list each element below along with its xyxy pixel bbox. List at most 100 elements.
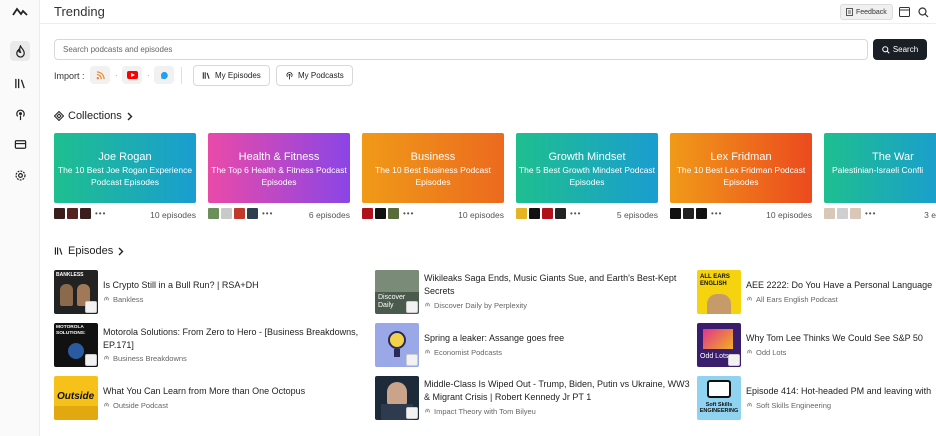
collection-card[interactable]: Lex Fridman The 10 Best Lex Fridman Podc…	[670, 133, 812, 203]
podcast-icon	[425, 349, 430, 354]
collection-subtitle: Palestinian-Israeli Confli	[832, 165, 924, 175]
podcast-icon	[425, 408, 430, 413]
episode-title: What You Can Learn from More than One Oc…	[103, 386, 306, 396]
rss-icon[interactable]	[90, 66, 110, 84]
podcast-icon	[286, 72, 293, 80]
episode-item[interactable]: MOTOROLA SOLUTIONS: Motorola Solutions: …	[54, 323, 358, 367]
episode-title: Episode 414: Hot-headed PM and leaving w…	[746, 386, 932, 396]
more-icon: •••	[570, 209, 582, 218]
podcast-name: Odd Lots	[746, 348, 786, 357]
my-episodes-button[interactable]: My Episodes	[193, 65, 270, 86]
search-button[interactable]: Search	[873, 39, 927, 60]
search-input[interactable]	[54, 39, 868, 60]
episode-item[interactable]: Middle-Class Is Wiped Out - Trump, Biden…	[375, 376, 690, 420]
collection-card[interactable]: The War Palestinian-Israeli Confli	[824, 133, 936, 203]
podcast-name: Economist Podcasts	[424, 348, 502, 357]
podcast-name: Business Breakdowns	[103, 354, 187, 363]
podcast-icon	[747, 402, 752, 407]
episode-item[interactable]: ALL EARS ENGLISH AEE 2222: Do You Have a…	[697, 270, 936, 314]
nav-podcast-icon[interactable]	[10, 104, 30, 124]
podcast-badge	[406, 407, 418, 419]
episode-title: Motorola Solutions: From Zero to Hero - …	[103, 327, 359, 350]
my-episodes-label: My Episodes	[215, 71, 261, 80]
podcast-label: Odd Lots	[756, 348, 787, 357]
episode-item[interactable]: BANKLESS Is Crypto Still in a Bull Run? …	[54, 270, 354, 314]
search-icon[interactable]	[916, 5, 930, 19]
podcast-label: Soft Skills Engineering	[756, 401, 832, 410]
nav-billing-icon[interactable]	[10, 134, 30, 154]
artwork-label: BANKLESS	[56, 272, 84, 278]
collection-title: Health & Fitness	[238, 151, 320, 163]
artwork-label: Odd Lots	[700, 353, 729, 360]
search-button-label: Search	[892, 45, 919, 54]
more-icon: •••	[711, 209, 723, 218]
episode-item[interactable]: Outside What You Can Learn from More tha…	[54, 376, 354, 420]
episode-thumbnails: •••	[516, 208, 581, 219]
collection-title: The War	[872, 151, 914, 163]
feedback-label: Feedback	[856, 8, 887, 16]
my-podcasts-button[interactable]: My Podcasts	[276, 65, 353, 86]
episode-title: Spring a leaker: Assange goes free	[424, 333, 565, 343]
collection-card[interactable]: Growth Mindset The 5 Best Growth Mindset…	[516, 133, 658, 203]
collections-header[interactable]: Collections	[54, 110, 133, 122]
episode-thumbnails: •••	[54, 208, 106, 219]
window-icon[interactable]	[897, 5, 911, 19]
divider	[181, 67, 182, 84]
collection-card[interactable]: Joe Rogan The 10 Best Joe Rogan Experien…	[54, 133, 196, 203]
podcast-label: Impact Theory with Tom Bilyeu	[434, 407, 536, 416]
episode-item[interactable]: Discover Daily Wikileaks Saga Ends, Musi…	[375, 270, 676, 314]
podcast-label: Economist Podcasts	[434, 348, 502, 357]
podcast-badge	[406, 354, 418, 366]
my-podcasts-label: My Podcasts	[298, 71, 344, 80]
artwork-label: Outside	[57, 391, 95, 402]
episodes-header[interactable]: Episodes	[54, 245, 124, 257]
episode-item[interactable]: Spring a leaker: Assange goes free Econo…	[375, 323, 675, 367]
episode-count: 10 episodes	[150, 210, 196, 220]
nav-trending-icon[interactable]	[10, 41, 30, 61]
collection-meta: ••• 10 episodes	[54, 208, 196, 222]
podcast-label: Business Breakdowns	[113, 354, 187, 363]
import-label: Import :	[54, 71, 85, 81]
youtube-icon[interactable]	[122, 66, 142, 84]
podcast-badge	[728, 354, 740, 366]
collection-title: Growth Mindset	[548, 151, 626, 163]
podcast-name: Impact Theory with Tom Bilyeu	[424, 407, 536, 416]
collection-title: Business	[410, 151, 456, 163]
chat-bubble-icon[interactable]	[154, 66, 174, 84]
episode-thumbnails: •••	[670, 208, 722, 219]
more-icon: •••	[865, 209, 877, 218]
collection-meta: ••• 10 episodes	[670, 208, 812, 222]
episode-title: Is Crypto Still in a Bull Run? | RSA+DH	[103, 280, 259, 290]
search-icon	[882, 45, 890, 54]
episode-title: AEE 2222: Do You Have a Personal Languag…	[746, 280, 933, 290]
episode-count: 6 episodes	[308, 210, 350, 220]
separator-dot: ·	[115, 71, 118, 80]
collection-meta: ••• 10 episodes	[362, 208, 504, 222]
episodes-title: Episodes	[68, 245, 114, 257]
collection-subtitle: The Top 6 Health & Fitness Podcast Episo…	[211, 165, 347, 187]
feedback-button[interactable]: Feedback	[840, 4, 893, 20]
episode-thumbnails: •••	[824, 208, 876, 219]
podcast-icon	[104, 355, 109, 360]
podcast-icon	[425, 302, 430, 307]
artwork-label: Soft Skills ENGINEERING	[699, 402, 739, 414]
episode-artwork: Soft Skills ENGINEERING	[697, 376, 741, 420]
podcast-icon	[747, 296, 752, 301]
nav-settings-icon[interactable]	[10, 165, 30, 185]
nav-library-icon[interactable]	[10, 73, 30, 93]
more-icon: •••	[95, 209, 107, 218]
collection-card[interactable]: Business The 10 Best Business Podcast Ep…	[362, 133, 504, 203]
episode-item[interactable]: Odd Lots Why Tom Lee Thinks We Could See…	[697, 323, 936, 367]
logo-icon[interactable]	[12, 6, 28, 18]
collections-title: Collections	[68, 110, 122, 122]
collection-subtitle: The 10 Best Business Podcast Episodes	[375, 165, 491, 187]
document-icon	[846, 8, 853, 16]
collection-card[interactable]: Health & Fitness The Top 6 Health & Fitn…	[208, 133, 350, 203]
episode-count: 10 episodes	[766, 210, 812, 220]
episode-item[interactable]: Soft Skills ENGINEERING Episode 414: Hot…	[697, 376, 936, 420]
chevron-right-icon	[127, 112, 133, 120]
episode-artwork: ALL EARS ENGLISH	[697, 270, 741, 314]
podcast-icon	[104, 402, 109, 407]
podcast-label: Discover Daily by Perplexity	[434, 301, 527, 310]
artwork-label: MOTOROLA SOLUTIONS:	[56, 325, 86, 336]
